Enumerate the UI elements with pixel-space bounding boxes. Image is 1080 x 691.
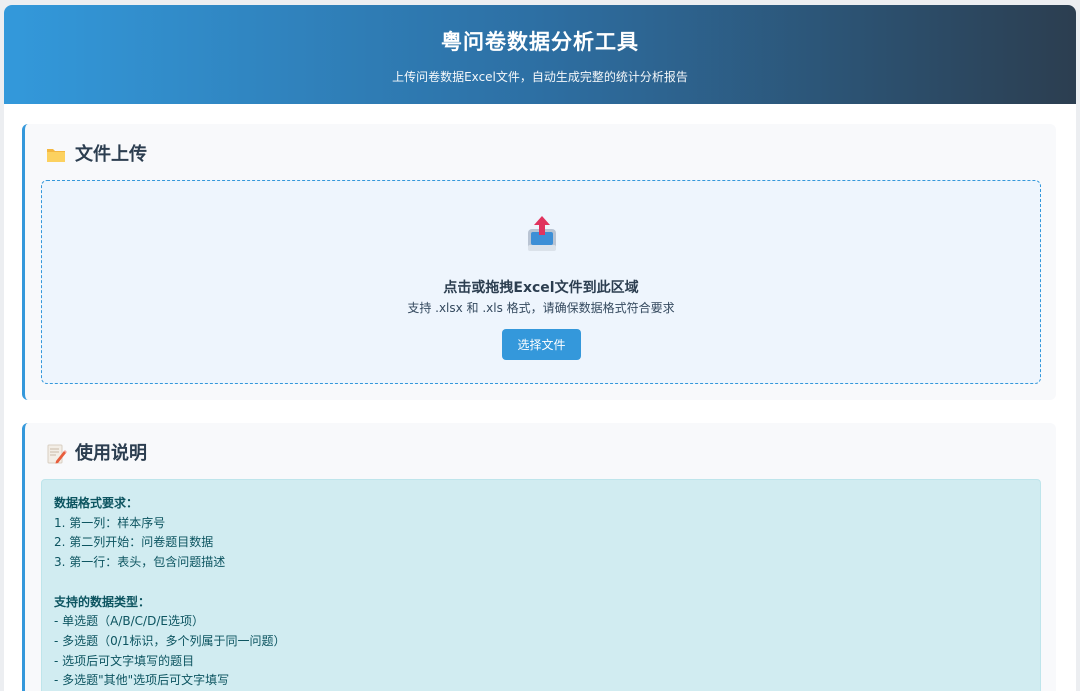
upload-section-title: 文件上传 — [45, 144, 147, 166]
upload-tray-icon — [525, 215, 559, 253]
list-item: - 单选题（A/B/C/D/E选项） — [54, 614, 204, 629]
types-heading: 支持的数据类型： — [54, 594, 151, 609]
dropzone-title: 点击或拖拽Excel文件到此区域 — [443, 280, 639, 296]
select-file-button[interactable]: 选择文件 — [502, 329, 581, 360]
list-item: - 多选题"其他"选项后可文字填写 — [54, 673, 230, 688]
list-item: 2. 第二列开始：问卷题目数据 — [54, 535, 214, 550]
guide-section: 使用说明 数据格式要求： 1. 第一列：样本序号 2. 第二列开始：问卷题目数据… — [22, 423, 1056, 691]
list-item: 1. 第一列：样本序号 — [54, 515, 166, 530]
page-header: 粤问卷数据分析工具 上传问卷数据Excel文件，自动生成完整的统计分析报告 — [4, 5, 1076, 104]
guide-info-box: 数据格式要求： 1. 第一列：样本序号 2. 第二列开始：问卷题目数据 3. 第… — [41, 479, 1041, 691]
list-item: 3. 第一行：表头，包含问题描述 — [54, 555, 226, 570]
app-window: 粤问卷数据分析工具 上传问卷数据Excel文件，自动生成完整的统计分析报告 文件… — [4, 5, 1076, 691]
file-dropzone[interactable]: 点击或拖拽Excel文件到此区域 支持 .xlsx 和 .xls 格式，请确保数… — [41, 180, 1041, 384]
page-subtitle: 上传问卷数据Excel文件，自动生成完整的统计分析报告 — [392, 70, 688, 84]
upload-section: 文件上传 点击或拖拽Excel文件到此区域 支持 .xlsx 和 .xls 格式… — [22, 124, 1056, 400]
format-heading: 数据格式要求： — [54, 496, 139, 510]
dropzone-subtitle: 支持 .xlsx 和 .xls 格式，请确保数据格式符合要求 — [407, 301, 675, 315]
guide-title-text: 使用说明 — [75, 443, 147, 464]
page-title: 粤问卷数据分析工具 — [441, 30, 639, 54]
memo-icon — [45, 443, 67, 465]
list-item: - 选项后可文字填写的题目 — [54, 653, 195, 668]
guide-section-title: 使用说明 — [45, 443, 147, 465]
folder-icon — [45, 144, 67, 166]
upload-title-text: 文件上传 — [75, 144, 147, 165]
list-item: - 多选题（0/1标识，多个列属于同一问题） — [54, 633, 286, 648]
